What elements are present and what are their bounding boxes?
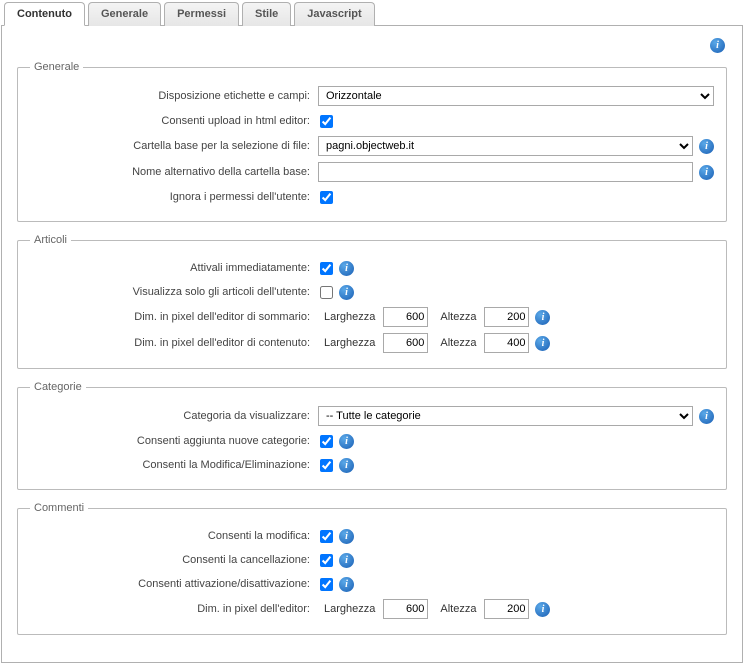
input-commenti-width[interactable] [383, 599, 428, 619]
info-icon[interactable]: i [339, 261, 354, 276]
checkbox-consenti-modelim[interactable] [320, 459, 333, 472]
info-icon[interactable]: i [339, 577, 354, 592]
label-dim-editor: Dim. in pixel dell'editor: [30, 603, 318, 615]
label-consenti-cancellazione: Consenti la cancellazione: [30, 554, 318, 566]
label-dim-sommario: Dim. in pixel dell'editor di sommario: [30, 311, 318, 323]
info-icon[interactable]: i [339, 529, 354, 544]
input-sommario-width[interactable] [383, 307, 428, 327]
info-icon[interactable]: i [535, 336, 550, 351]
label-visualizza-solo: Visualizza solo gli articoli dell'utente… [30, 286, 318, 298]
tabs-bar: Contenuto Generale Permessi Stile Javasc… [1, 1, 743, 26]
label-consenti-attdis: Consenti attivazione/disattivazione: [30, 578, 318, 590]
checkbox-consenti-upload[interactable] [320, 115, 333, 128]
fieldset-generale: Generale Disposizione etichette e campi:… [17, 61, 727, 222]
input-sommario-height[interactable] [484, 307, 529, 327]
info-icon[interactable]: i [699, 165, 714, 180]
input-contenuto-height[interactable] [484, 333, 529, 353]
label-consenti-modelim: Consenti la Modifica/Eliminazione: [30, 459, 318, 471]
input-nome-alternativo[interactable] [318, 162, 693, 182]
text-altezza: Altezza [434, 603, 478, 615]
text-altezza: Altezza [434, 311, 478, 323]
text-altezza: Altezza [434, 337, 478, 349]
input-contenuto-width[interactable] [383, 333, 428, 353]
legend-commenti: Commenti [30, 502, 88, 514]
tab-stile[interactable]: Stile [242, 2, 291, 26]
info-icon[interactable]: i [699, 139, 714, 154]
info-icon[interactable]: i [699, 409, 714, 424]
fieldset-categorie: Categorie Categoria da visualizzare: -- … [17, 381, 727, 490]
tab-generale[interactable]: Generale [88, 2, 161, 26]
checkbox-attivali[interactable] [320, 262, 333, 275]
text-larghezza: Larghezza [318, 603, 377, 615]
checkbox-consenti-cancellazione[interactable] [320, 554, 333, 567]
label-dim-contenuto: Dim. in pixel dell'editor di contenuto: [30, 337, 318, 349]
tab-contenuto[interactable]: Contenuto [4, 2, 85, 26]
checkbox-visualizza-solo[interactable] [320, 286, 333, 299]
checkbox-consenti-modifica[interactable] [320, 530, 333, 543]
fieldset-commenti: Commenti Consenti la modifica: i Consent… [17, 502, 727, 635]
text-larghezza: Larghezza [318, 337, 377, 349]
tab-permessi[interactable]: Permessi [164, 2, 239, 26]
tab-javascript[interactable]: Javascript [294, 2, 374, 26]
info-icon[interactable]: i [339, 434, 354, 449]
select-cartella-base[interactable]: pagni.objectweb.it [318, 136, 693, 156]
info-icon[interactable]: i [339, 458, 354, 473]
checkbox-consenti-aggiunta[interactable] [320, 435, 333, 448]
label-disposizione: Disposizione etichette e campi: [30, 90, 318, 102]
help-icon[interactable]: i [710, 38, 725, 53]
label-categoria-visualizzare: Categoria da visualizzare: [30, 410, 318, 422]
select-categoria[interactable]: -- Tutte le categorie [318, 406, 693, 426]
info-icon[interactable]: i [535, 310, 550, 325]
info-icon[interactable]: i [339, 553, 354, 568]
text-larghezza: Larghezza [318, 311, 377, 323]
label-nome-alternativo: Nome alternativo della cartella base: [30, 166, 318, 178]
panel-contenuto: i Generale Disposizione etichette e camp… [1, 26, 743, 663]
input-commenti-height[interactable] [484, 599, 529, 619]
label-consenti-modifica: Consenti la modifica: [30, 530, 318, 542]
info-icon[interactable]: i [339, 285, 354, 300]
label-cartella-base: Cartella base per la selezione di file: [30, 140, 318, 152]
label-ignora-permessi: Ignora i permessi dell'utente: [30, 191, 318, 203]
checkbox-consenti-attdis[interactable] [320, 578, 333, 591]
label-attivali: Attivali immediatamente: [30, 262, 318, 274]
legend-articoli: Articoli [30, 234, 71, 246]
label-consenti-upload: Consenti upload in html editor: [30, 115, 318, 127]
select-disposizione[interactable]: Orizzontale [318, 86, 714, 106]
legend-generale: Generale [30, 61, 83, 73]
legend-categorie: Categorie [30, 381, 86, 393]
tab-panel: Contenuto Generale Permessi Stile Javasc… [0, 0, 744, 664]
checkbox-ignora-permessi[interactable] [320, 191, 333, 204]
label-consenti-aggiunta: Consenti aggiunta nuove categorie: [30, 435, 318, 447]
fieldset-articoli: Articoli Attivali immediatamente: i Visu… [17, 234, 727, 369]
info-icon[interactable]: i [535, 602, 550, 617]
